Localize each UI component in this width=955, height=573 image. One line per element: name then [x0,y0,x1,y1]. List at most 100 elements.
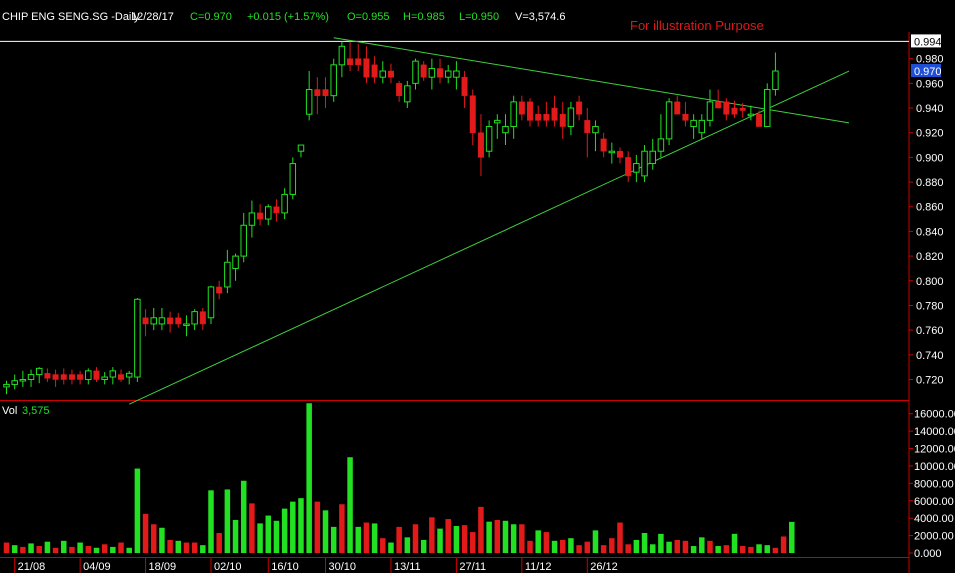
volume-bar [772,547,779,553]
candle-body-up [191,311,198,325]
last-price-label: 0.970 [914,66,942,78]
volume-bar [649,544,656,553]
candle-body-down [559,113,566,127]
candle-body-down [142,317,149,325]
volume-bar [36,546,42,553]
volume-bar [265,515,272,553]
header-high: H=0.985 [403,11,445,23]
volume-bar [3,542,10,553]
candle-body-down [314,89,321,96]
candle-body-up [690,119,697,128]
candle-body-down [527,101,534,121]
price-tick-label: 0.980 [916,54,944,66]
volume-bar [11,545,18,553]
volume-bar [355,526,361,553]
header-volume: V=3,574.6 [515,11,565,23]
volume-bar [208,490,214,553]
illustration-note: For illustration Purpose [630,18,764,33]
chart-background [0,0,955,573]
candle-body-down [199,311,206,325]
volume-bar [731,533,738,553]
date-tick-label: 21/08 [18,561,46,573]
candle-body-up [125,372,133,378]
volume-bar [494,519,501,553]
header-close: C=0.970 [190,11,232,23]
candle-body-up [240,224,247,257]
candle-body-down [437,68,444,78]
candle-body-down [543,113,550,121]
volume-bar [396,526,402,553]
volume-bar [224,489,231,553]
candle-body-up [379,70,387,78]
candle-body-up [3,383,10,388]
volume-tick-label: 6000.00 [914,496,954,508]
volume-bar [486,521,492,553]
volume-bar [273,520,280,553]
price-tick-label: 0.800 [916,276,944,288]
volume-bar [150,524,157,553]
volume-bar [93,547,100,553]
candle-body-up [412,60,419,84]
candle-body-down [216,286,223,294]
volume-bar [142,513,149,553]
date-tick-label: 30/10 [329,561,357,573]
volume-bar [257,523,263,553]
volume-bar [568,538,574,553]
volume-bar [191,542,198,553]
candle-body-down [731,107,738,115]
candle-body-down [363,58,370,78]
volume-bar [281,508,288,553]
volume-bar [707,540,713,553]
volume-bar [543,532,550,553]
candle-body-up [232,255,239,269]
price-tick-label: 0.720 [916,374,944,386]
volume-bar [330,526,337,553]
volume-bar [551,540,558,553]
candle-body-up [453,70,460,78]
candle-body-down [347,58,354,66]
volume-bar [314,501,321,553]
candle-body-down [387,70,394,78]
volume-bar [478,506,484,553]
volume-label: Vol [2,405,17,417]
candle-body-down [77,374,84,380]
volume-bar [85,546,92,553]
price-tick-label: 0.860 [916,202,944,214]
candle-body-up [649,150,656,165]
date-tick-label: 27/11 [459,561,486,573]
candle-body-up [265,206,272,220]
candle-body-down [118,374,125,380]
volume-bar [420,539,427,553]
volume-bar [764,545,770,553]
candle-body-down [756,113,763,127]
volume-bar [232,519,239,553]
volume-bar [682,540,689,553]
volume-bar [502,520,509,553]
volume-tick-label: 16000.00 [914,409,955,421]
volume-bar [298,498,304,553]
volume-bar [339,504,345,553]
volume-bar [641,532,648,553]
volume-bar [347,457,353,553]
candle-body-up [706,101,714,121]
volume-bar [28,543,34,553]
candle-body-up [338,45,346,66]
volume-bar [519,524,525,553]
candle-body-down [461,76,468,96]
candle-body-down [44,373,51,379]
volume-bar [363,522,370,553]
volume-bar [322,510,329,553]
candle-body-up [494,119,501,124]
candle-body-up [404,85,411,103]
volume-bar [535,530,541,553]
volume-bar [592,530,599,553]
candle-body-down [682,113,689,121]
volume-bar [412,524,419,553]
volume-bar [527,540,533,553]
price-tick-label: 0.940 [916,103,944,115]
candle-body-down [674,101,681,115]
candle-body-up [592,126,599,134]
volume-bar [576,545,582,553]
header-low: L=0.950 [459,11,499,23]
volume-tick-label: 8000.00 [914,478,954,490]
